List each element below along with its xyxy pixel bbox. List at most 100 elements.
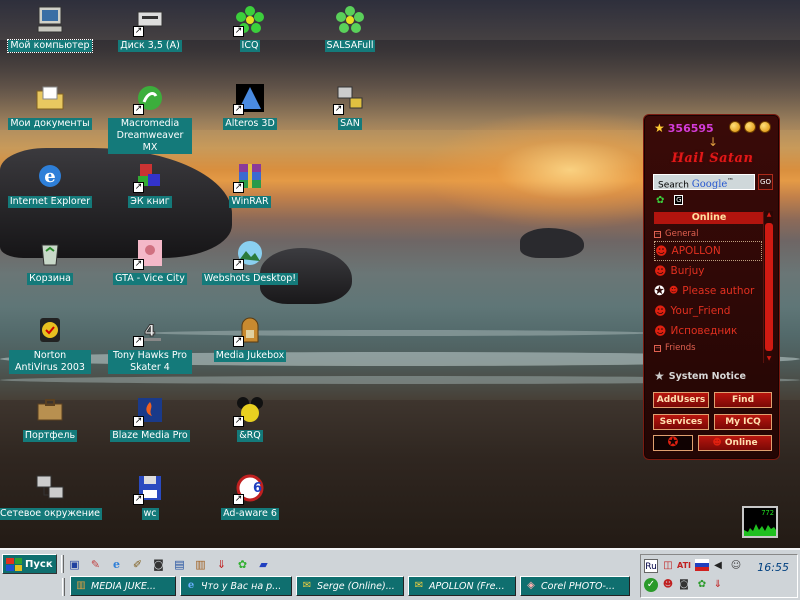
desktop-icon-internet-explorer[interactable]: e Internet Explorer [0,159,100,208]
icq-contact-list-window[interactable]: ★ 356595 ↓ Hail Satan Search Google™ GO … [643,114,780,460]
desktop[interactable]: Мой компьютер Мои документы e Internet E… [0,0,800,548]
desktop-icon-dreamweaver[interactable]: ↗ Macromedia Dreamweaver MX [100,81,200,154]
icon-label: Internet Explorer [7,196,93,208]
minimize-icon[interactable] [729,121,741,133]
collapse-icon[interactable]: − [654,344,661,352]
desktop-icon-my-computer[interactable]: Мой компьютер [0,3,100,53]
desktop-icon-salsa[interactable]: SALSAFull [300,3,400,52]
desktop-icon-ek-books[interactable]: ↗ ЭК книг [100,159,200,208]
task-label: MEDIA JUKE... [91,580,156,592]
desktop-icon-alteros[interactable]: ↗ Alteros 3D [200,81,300,130]
taskbar-grip[interactable] [62,578,65,596]
desktop-icon-recycle-bin[interactable]: Корзина [0,236,100,285]
desktop-icon-adaware[interactable]: 6 ↗ Ad-aware 6 [200,471,300,520]
online-group-header[interactable]: Online [654,212,764,224]
desktop-icon-jukebox[interactable]: ↗ Media Jukebox [200,313,300,362]
task-corel-photo[interactable]: ◈ Corel PHOTO-... [520,576,630,596]
camera-icon[interactable]: ◙ [150,556,167,573]
add-users-button[interactable]: AddUsers [653,392,709,408]
system-tray: Ru ◫ ATI ◀ ☺ ✓ ☻ ◙ ✿ ⇓ 16:55 [640,554,798,598]
download-icon[interactable]: ⇓ [213,556,230,573]
desktop-icon-blaze[interactable]: ↗ Blaze Media Pro [100,393,200,442]
desktop-icon-andrq[interactable]: ↗ &RQ [200,393,300,442]
ati-icon[interactable]: ATI [677,559,691,573]
toolbar-grip[interactable] [61,555,64,573]
task-apollon-chat[interactable]: ✉ APOLLON (Fre... [408,576,516,596]
status-button[interactable]: ☻ Online [698,435,772,451]
message-icon: ✉ [414,580,424,591]
google-search-box[interactable]: Search Google™ [653,174,755,190]
star-icon: ★ [654,121,665,135]
icq-icon[interactable]: ✿ [234,556,251,573]
close-icon[interactable] [759,121,771,133]
scroll-up-icon[interactable]: ▲ [765,211,773,219]
desktop-icon-tony-hawk[interactable]: 4 ↗ Tony Hawks Pro Skater 4 [100,313,200,374]
scroll-down-icon[interactable]: ▼ [765,355,773,363]
shortcut-arrow-icon: ↗ [233,416,244,427]
main-menu-button[interactable]: ✪ [653,435,693,451]
start-button[interactable]: Пуск [2,554,57,574]
task-serge-chat[interactable]: ✉ Serge (Online)... [296,576,404,596]
google-g-icon[interactable]: G [674,195,684,205]
desktop-icon-network[interactable]: Сетевое окружение [0,471,102,520]
jukebox-icon[interactable]: ▥ [192,556,209,573]
task-label: Что у Вас на р... [201,580,282,592]
camera-icon[interactable]: ◙ [677,578,691,592]
network-icon[interactable]: ▤ [171,556,188,573]
desktop-icon-wc[interactable]: ↗ wc [100,471,200,520]
services-button[interactable]: Services [653,414,709,430]
shortcut-arrow-icon: ↗ [133,336,144,347]
find-button[interactable]: Find [714,392,772,408]
task-browser[interactable]: e Что у Вас на р... [180,576,292,596]
contact-ispovednik[interactable]: ☻ Исповедник [654,321,762,341]
group-general[interactable]: − General [654,227,762,241]
my-icq-button[interactable]: My ICQ [714,414,772,430]
task-media-jukebox[interactable]: ▥ MEDIA JUKE... [70,576,176,596]
desktop-icon-gta[interactable]: ↗ GTA - Vice City [100,236,200,285]
edit-icon[interactable]: ✐ [129,556,146,573]
desktop-icon-san[interactable]: ↗ SAN [300,81,400,130]
download-icon[interactable]: ⇓ [711,578,725,592]
desktop-icon-winrar[interactable]: ↗ WinRAR [200,159,300,208]
devil-status-icon: ☻ [655,244,668,258]
icq-flower-icon[interactable]: ✿ [656,195,664,206]
scrollbar-thumb[interactable] [765,223,773,351]
contact-list-scrollbar[interactable]: ▲ ▼ [763,211,773,363]
icq-uin-number: 356595 [667,121,714,135]
check-icon[interactable]: ✓ [644,578,658,592]
desktop-icon-icq[interactable]: ↗ ICQ [200,3,300,52]
desktop-icon-floppy[interactable]: ↗ Диск 3,5 (A) [100,3,200,52]
cpu-meter-widget[interactable]: 772 [742,506,778,538]
paint-icon[interactable]: ✎ [87,556,104,573]
clock[interactable]: 16:55 [757,561,789,574]
volume-icon[interactable]: ◀ [711,559,725,573]
desktop-icon-briefcase[interactable]: Портфель [0,393,100,442]
save-disk-icon[interactable]: ▣ [66,556,83,573]
shortcut-arrow-icon: ↗ [233,182,244,193]
mascot-icon[interactable]: ☺ [729,559,743,573]
task-label: APOLLON (Fre... [429,580,505,592]
contact-apollon[interactable]: ☻ APOLLON [654,241,762,261]
language-indicator[interactable]: Ru [644,559,658,573]
desktop-icon-my-documents[interactable]: Мои документы [0,81,100,130]
jukebox-icon: ↗ [233,313,267,347]
devil-icon[interactable]: ☻ [661,578,675,592]
contact-name: Burjuy [670,265,705,277]
ie-icon[interactable]: e [108,556,125,573]
group-friends[interactable]: − Friends [654,341,762,355]
devil-status-icon: ☻ [712,438,722,448]
icq-tray-icon[interactable]: ✿ [695,578,709,592]
collapse-icon[interactable]: − [654,230,661,238]
maximize-icon[interactable] [744,121,756,133]
contact-your-friend[interactable]: ☻ Your_Friend [654,301,762,321]
russian-flag-icon[interactable] [695,559,709,573]
desktop-icon-webshots[interactable]: ↗ Webshots Desktop! [200,236,300,285]
network-status-icon[interactable]: ◫ [661,559,675,573]
book-icon[interactable]: ▰ [255,556,272,573]
desktop-icon-norton[interactable]: Norton AntiVirus 2003 [0,313,100,374]
icon-label: WinRAR [229,196,271,208]
search-go-button[interactable]: GO [758,174,773,190]
system-notice[interactable]: ★ System Notice [654,369,746,383]
contact-please-author[interactable]: ✪ ☻ Please author [654,281,762,301]
contact-burjuy[interactable]: ☻ Burjuy [654,261,762,281]
